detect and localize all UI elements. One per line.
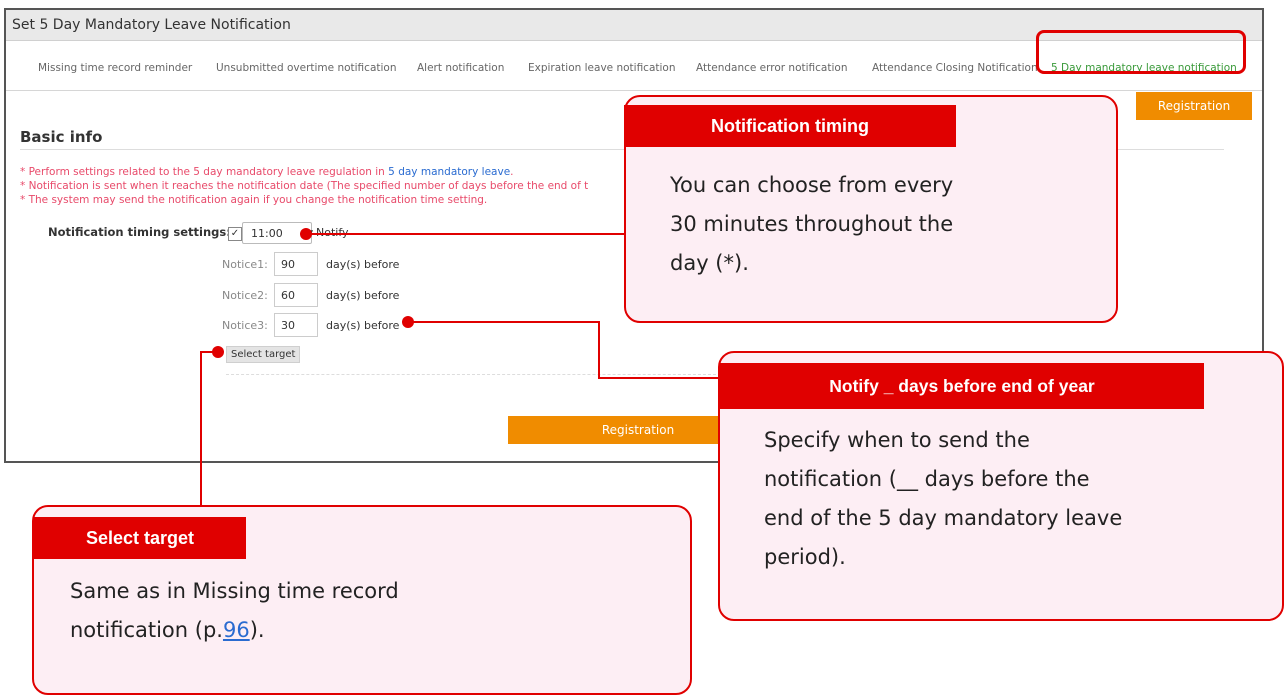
days-callout-line: notification (__ days before the bbox=[764, 467, 1090, 491]
active-tab-highlight bbox=[1036, 30, 1246, 74]
notice1-label: Notice1: bbox=[222, 258, 268, 271]
days-connector-horizontal bbox=[406, 321, 600, 323]
days-marker bbox=[402, 316, 414, 328]
note-regulation-text: * Perform settings related to the 5 day … bbox=[20, 166, 389, 178]
notice3-label: Notice3: bbox=[222, 319, 268, 332]
timing-callout: Notification timing You can choose from … bbox=[624, 95, 1118, 323]
tab-alert[interactable]: Alert notification bbox=[417, 62, 504, 74]
timing-marker bbox=[300, 228, 312, 240]
days-callout-body: Specify when to send the notification (_… bbox=[764, 421, 1122, 577]
timing-settings-label: Notification timing settings: bbox=[48, 225, 231, 239]
target-callout-line: notification (p.96). bbox=[70, 611, 399, 650]
basic-info-title: Basic info bbox=[20, 128, 103, 146]
notice1-days-input[interactable]: 90 bbox=[274, 252, 318, 276]
target-callout: Select target Same as in Missing time re… bbox=[32, 505, 692, 695]
timing-callout-line: You can choose from every bbox=[670, 173, 954, 197]
days-callout-line: period). bbox=[764, 545, 846, 569]
time-select-value: 11:00 bbox=[251, 227, 283, 240]
days-connector-bottom bbox=[598, 377, 718, 379]
select-target-button[interactable]: Select target bbox=[226, 346, 301, 363]
target-callout-heading: Select target bbox=[34, 517, 246, 559]
tab-attendance-error[interactable]: Attendance error notification bbox=[696, 62, 847, 74]
notify-checkbox[interactable]: ✓ bbox=[228, 227, 242, 241]
tab-expiration-leave[interactable]: Expiration leave notification bbox=[528, 62, 676, 74]
timing-callout-line: day (*). bbox=[670, 251, 749, 275]
notice3-days-input[interactable]: 30 bbox=[274, 313, 318, 337]
target-marker bbox=[212, 346, 224, 358]
target-callout-body: Same as in Missing time record notificat… bbox=[70, 572, 399, 650]
tab-unsubmitted-overtime[interactable]: Unsubmitted overtime notification bbox=[216, 62, 397, 74]
tab-attendance-closing[interactable]: Attendance Closing Notification bbox=[872, 62, 1038, 74]
page-96-link[interactable]: 96 bbox=[223, 618, 250, 642]
note-notification-date: * Notification is sent when it reaches t… bbox=[20, 180, 589, 192]
notice2-label: Notice2: bbox=[222, 289, 268, 302]
timing-callout-heading: Notification timing bbox=[624, 105, 956, 147]
target-callout-line2-prefix: notification (p. bbox=[70, 618, 223, 642]
notice3-suffix: day(s) before bbox=[326, 319, 400, 332]
mandatory-leave-link[interactable]: 5 day mandatory leave bbox=[388, 166, 510, 178]
timing-callout-line: 30 minutes throughout the bbox=[670, 212, 954, 236]
notice2-suffix: day(s) before bbox=[326, 289, 400, 302]
days-callout-line: Specify when to send the bbox=[764, 428, 1030, 452]
note-resend-warning: * The system may send the notification a… bbox=[20, 194, 488, 206]
notice1-suffix: day(s) before bbox=[326, 258, 400, 271]
days-callout-line: end of the 5 day mandatory leave bbox=[764, 506, 1123, 530]
form-divider bbox=[226, 374, 726, 375]
registration-button-top[interactable]: Registration bbox=[1136, 92, 1252, 120]
days-connector-vertical bbox=[598, 321, 600, 379]
target-connector-vertical bbox=[200, 351, 202, 507]
target-callout-line: Same as in Missing time record bbox=[70, 579, 399, 603]
days-callout: Notify _ days before end of year Specify… bbox=[718, 351, 1284, 621]
note-regulation: * Perform settings related to the 5 day … bbox=[20, 166, 514, 178]
timing-callout-body: You can choose from every 30 minutes thr… bbox=[670, 166, 953, 283]
notice2-days-input[interactable]: 60 bbox=[274, 283, 318, 307]
note-regulation-end: . bbox=[510, 166, 514, 178]
timing-connector bbox=[306, 233, 628, 235]
days-callout-heading: Notify _ days before end of year bbox=[720, 363, 1204, 409]
target-callout-line2-suffix: ). bbox=[249, 618, 265, 642]
tab-missing-time-record[interactable]: Missing time record reminder bbox=[38, 62, 192, 74]
